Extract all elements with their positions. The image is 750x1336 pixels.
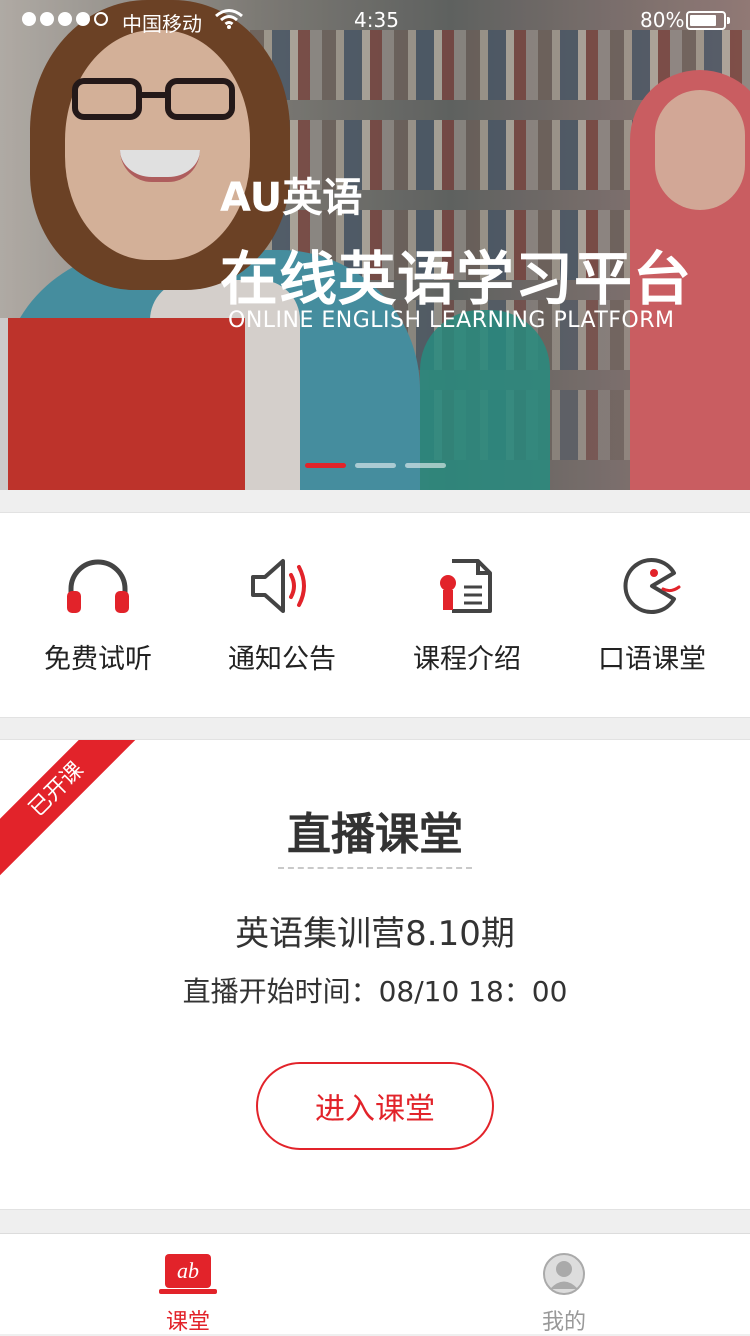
speaker-icon <box>251 559 306 613</box>
start-time: 直播开始时间：08/10 18：00 <box>182 975 568 1008</box>
banner-title: 在线英语学习平台 <box>220 245 693 313</box>
carousel-dot-active[interactable] <box>305 463 346 468</box>
title-divider <box>278 867 472 869</box>
menu-label: 口语课堂 <box>598 644 706 675</box>
document-award-icon <box>440 559 492 613</box>
live-class-card: 已开课 直播课堂 英语集训营8.10期 直播开始时间：08/10 18：00 进… <box>0 739 750 1210</box>
battery-percent: 80% <box>640 8 685 32</box>
hero-banner[interactable]: AU英语 在线英语学习平台 ONLINE ENGLISH LEARNING PL… <box>0 0 750 490</box>
tab-label: 课堂 <box>165 1310 210 1335</box>
banner-brand: AU英语 <box>220 175 363 221</box>
classroom-icon: ab <box>159 1254 217 1294</box>
menu-label: 通知公告 <box>228 644 336 675</box>
banner-subtitle: ONLINE ENGLISH LEARNING PLATFORM <box>228 308 675 333</box>
carousel-dot[interactable] <box>355 463 396 468</box>
carrier-name: 中国移动 <box>122 12 202 36</box>
signal-strength-icon <box>22 12 108 26</box>
menu-label: 课程介绍 <box>413 644 521 675</box>
status-bar: 中国移动 4:35 80% <box>0 0 750 40</box>
carousel-dot[interactable] <box>405 463 446 468</box>
svg-text:ab: ab <box>177 1258 199 1283</box>
clock: 4:35 <box>354 8 399 32</box>
menu-course-intro[interactable]: 课程介绍 <box>377 557 557 676</box>
headphones-icon <box>67 559 129 613</box>
quick-menu: 免费试听 通知公告 课程介绍 口语课堂 <box>0 512 750 718</box>
tab-label: 我的 <box>541 1310 586 1335</box>
course-name: 英语集训营8.10期 <box>235 914 515 954</box>
tab-profile[interactable]: 我的 <box>504 1252 624 1336</box>
tab-classroom[interactable]: ab 课堂 <box>128 1252 248 1336</box>
mouth-icon <box>623 558 681 614</box>
menu-free-trial[interactable]: 免费试听 <box>8 557 188 676</box>
menu-speaking-class[interactable]: 口语课堂 <box>562 557 742 676</box>
menu-notice[interactable]: 通知公告 <box>192 557 372 676</box>
section-title: 直播课堂 <box>287 809 463 860</box>
menu-label: 免费试听 <box>44 644 152 675</box>
tab-bar: ab 课堂 我的 <box>0 1233 750 1336</box>
carousel-indicator <box>305 463 446 468</box>
profile-icon <box>543 1253 585 1295</box>
wifi-icon <box>214 8 244 36</box>
enter-classroom-button[interactable]: 进入课堂 <box>256 1062 494 1150</box>
battery-icon <box>686 11 730 30</box>
